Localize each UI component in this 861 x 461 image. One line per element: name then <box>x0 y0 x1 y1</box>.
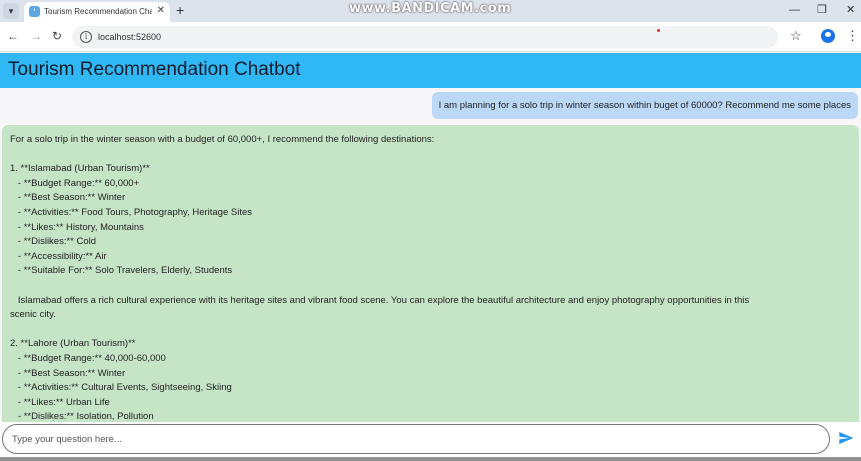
address-bar[interactable]: i localhost:52600 <box>72 26 778 48</box>
recording-watermark: www.BANDICAM.com <box>349 1 512 16</box>
bot-message-line: - **Likes:** History, Mountains <box>10 221 144 233</box>
bot-message-bubble: For a solo trip in the winter season wit… <box>2 125 859 422</box>
forward-arrow-icon[interactable]: → <box>30 29 42 43</box>
bookmark-star-icon[interactable]: ☆ <box>790 28 802 44</box>
bottom-edge-bar <box>0 457 861 461</box>
tab-close-button[interactable]: ✕ <box>157 5 165 17</box>
recording-indicator-dot <box>657 29 660 32</box>
bot-message-line: - **Accessibility:** Air <box>10 250 107 262</box>
bot-message-line <box>10 148 851 163</box>
app-header: Tourism Recommendation Chatbot <box>0 53 861 88</box>
reload-icon[interactable]: ↻ <box>52 29 62 43</box>
bot-message-line: 2. **Lahore (Urban Tourism)** <box>10 338 136 350</box>
url-text: localhost:52600 <box>98 32 162 42</box>
bot-message-line: For a solo trip in the winter season wit… <box>10 134 435 145</box>
bot-message-line: - **Best Season:** Winter <box>10 367 126 379</box>
bot-message-line: - **Activities:** Cultural Events, Sight… <box>10 382 232 394</box>
page-title: Tourism Recommendation Chatbot <box>8 59 301 80</box>
bot-message-line: - **Suitable For:** Solo Travelers, Elde… <box>10 265 233 277</box>
send-icon[interactable] <box>838 430 854 446</box>
user-message-bubble: I am planning for a solo trip in winter … <box>431 92 858 119</box>
bot-message-line: - **Budget Range:** 40,000-60,000 <box>10 352 166 364</box>
browser-menu-icon[interactable]: ⋮ <box>846 28 859 44</box>
bot-message-line: - **Activities:** Food Tours, Photograph… <box>10 206 253 218</box>
input-bar <box>0 422 861 461</box>
tab-search-dropdown-icon[interactable]: ▾ <box>3 3 19 19</box>
new-tab-button[interactable]: + <box>176 2 184 18</box>
tab-favicon-icon: ʼ <box>29 6 40 17</box>
question-input[interactable] <box>2 424 830 454</box>
bot-message-line: - **Dislikes:** Isolation, Pollution <box>10 411 154 422</box>
tab-title: Tourism Recommendation Chat <box>44 7 152 16</box>
bot-message-line: 1. **Islamabad (Urban Tourism)** <box>10 163 150 175</box>
bot-message-line: scenic city. <box>10 309 56 321</box>
browser-toolbar: ← → ↻ i localhost:52600 ☆ ⋮ <box>0 22 861 52</box>
bot-message-line <box>10 279 851 294</box>
bot-message-line: - **Dislikes:** Cold <box>10 236 97 248</box>
bot-message-line: Islamabad offers a rich cultural experie… <box>10 294 750 306</box>
profile-avatar-icon[interactable] <box>821 29 835 43</box>
bot-message-line <box>10 323 851 338</box>
restore-window-icon[interactable]: ❐ <box>817 3 827 17</box>
bot-message-line: - **Best Season:** Winter <box>10 192 126 204</box>
minimize-window-icon[interactable]: — <box>789 3 800 17</box>
chat-area[interactable]: I am planning for a solo trip in winter … <box>0 88 861 422</box>
back-arrow-icon[interactable]: ← <box>7 29 19 43</box>
browser-tab-strip: ▾ ʼ Tourism Recommendation Chat ✕ + www.… <box>0 0 861 22</box>
close-window-icon[interactable]: ✕ <box>846 3 855 17</box>
site-info-icon[interactable]: i <box>80 31 92 43</box>
browser-tab[interactable]: ʼ Tourism Recommendation Chat ✕ <box>24 2 170 22</box>
bot-message-line: - **Likes:** Urban Life <box>10 396 110 408</box>
bot-message-line: - **Budget Range:** 60,000+ <box>10 177 140 189</box>
